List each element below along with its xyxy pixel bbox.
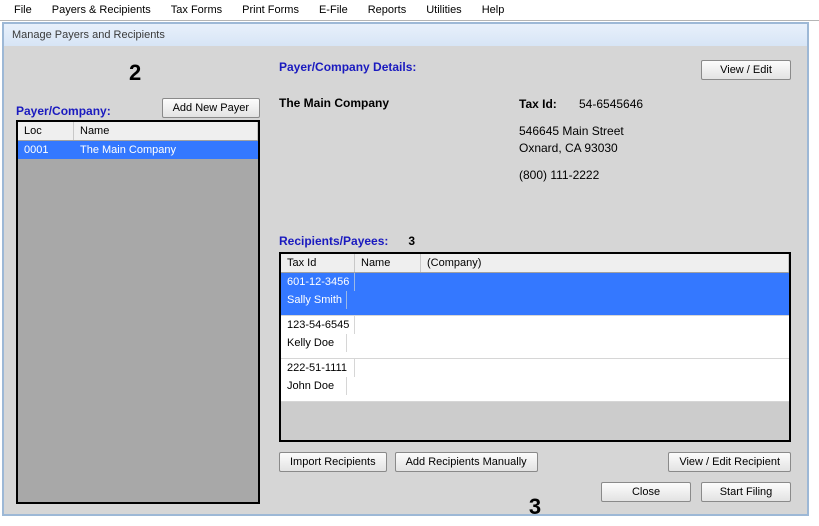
menu-payers-recipients[interactable]: Payers & Recipients xyxy=(42,2,161,18)
annotation-3: 3 xyxy=(281,494,789,520)
import-recipients-button[interactable]: Import Recipients xyxy=(279,452,387,472)
manage-window: Manage Payers and Recipients 2 Payer/Com… xyxy=(2,22,809,516)
menu-file[interactable]: File xyxy=(4,2,42,18)
window-title: Manage Payers and Recipients xyxy=(12,29,165,41)
phone: (800) 111-2222 xyxy=(519,167,643,184)
add-recipients-manually-button[interactable]: Add Recipients Manually xyxy=(395,452,538,472)
taxid-label: Tax Id: xyxy=(519,96,579,113)
recip-cell-taxid: 601-12-3456 xyxy=(281,273,355,291)
payer-details: Payer/Company Details: View / Edit The M… xyxy=(279,60,791,184)
annotation-2: 2 xyxy=(129,60,141,86)
recip-row[interactable]: 222-51-1111 John Doe xyxy=(281,359,789,402)
menu-efile[interactable]: E-File xyxy=(309,2,358,18)
view-edit-recipient-button[interactable]: View / Edit Recipient xyxy=(668,452,791,472)
menubar: File Payers & Recipients Tax Forms Print… xyxy=(0,0,819,21)
recip-cell-name: Sally Smith xyxy=(281,291,347,309)
add-new-payer-button[interactable]: Add New Payer xyxy=(162,98,260,118)
taxid-value: 54-6545646 xyxy=(579,96,643,113)
payers-th-loc[interactable]: Loc xyxy=(18,122,74,140)
recipients-table: Tax Id Name (Company) 601-12-3456 Sally … xyxy=(279,252,791,442)
recip-cell-name: Kelly Doe xyxy=(281,334,347,352)
recip-row[interactable]: 123-54-6545 Kelly Doe xyxy=(281,316,789,359)
payers-table: Loc Name 0001 The Main Company xyxy=(16,120,260,504)
recip-th-name[interactable]: Name xyxy=(355,254,421,272)
address-line1: 546645 Main Street xyxy=(519,123,643,140)
payer-company-label: Payer/Company: xyxy=(16,104,111,118)
window-titlebar: Manage Payers and Recipients xyxy=(4,24,807,46)
recipients-heading: Recipients/Payees: xyxy=(279,234,388,248)
recip-cell-taxid: 123-54-6545 xyxy=(281,316,355,334)
recip-row[interactable]: 601-12-3456 Sally Smith xyxy=(281,273,789,316)
payers-cell-name: The Main Company xyxy=(74,141,258,159)
recipients-count: 3 xyxy=(408,234,415,248)
payers-th-name[interactable]: Name xyxy=(74,122,258,140)
recip-cell-taxid: 222-51-1111 xyxy=(281,359,355,377)
payer-details-heading: Payer/Company Details: xyxy=(279,60,416,74)
recip-th-taxid[interactable]: Tax Id xyxy=(281,254,355,272)
company-name: The Main Company xyxy=(279,96,519,184)
view-edit-payer-button[interactable]: View / Edit xyxy=(701,60,791,80)
recip-cell-company xyxy=(281,309,789,315)
menu-utilities[interactable]: Utilities xyxy=(416,2,471,18)
payers-cell-loc: 0001 xyxy=(18,141,74,159)
address-line2: Oxnard, CA 93030 xyxy=(519,140,643,157)
recip-cell-name: John Doe xyxy=(281,377,347,395)
recip-th-company[interactable]: (Company) xyxy=(421,254,789,272)
recipients-section: Recipients/Payees: 3 Tax Id Name (Compan… xyxy=(279,234,791,502)
menu-help[interactable]: Help xyxy=(472,2,515,18)
payers-row[interactable]: 0001 The Main Company xyxy=(18,141,258,159)
menu-reports[interactable]: Reports xyxy=(358,2,417,18)
menu-print-forms[interactable]: Print Forms xyxy=(232,2,309,18)
recip-cell-company xyxy=(281,352,789,358)
menu-tax-forms[interactable]: Tax Forms xyxy=(161,2,232,18)
payers-column: Payer/Company: Add New Payer Loc Name 00… xyxy=(16,98,260,504)
recip-cell-company xyxy=(281,395,789,401)
